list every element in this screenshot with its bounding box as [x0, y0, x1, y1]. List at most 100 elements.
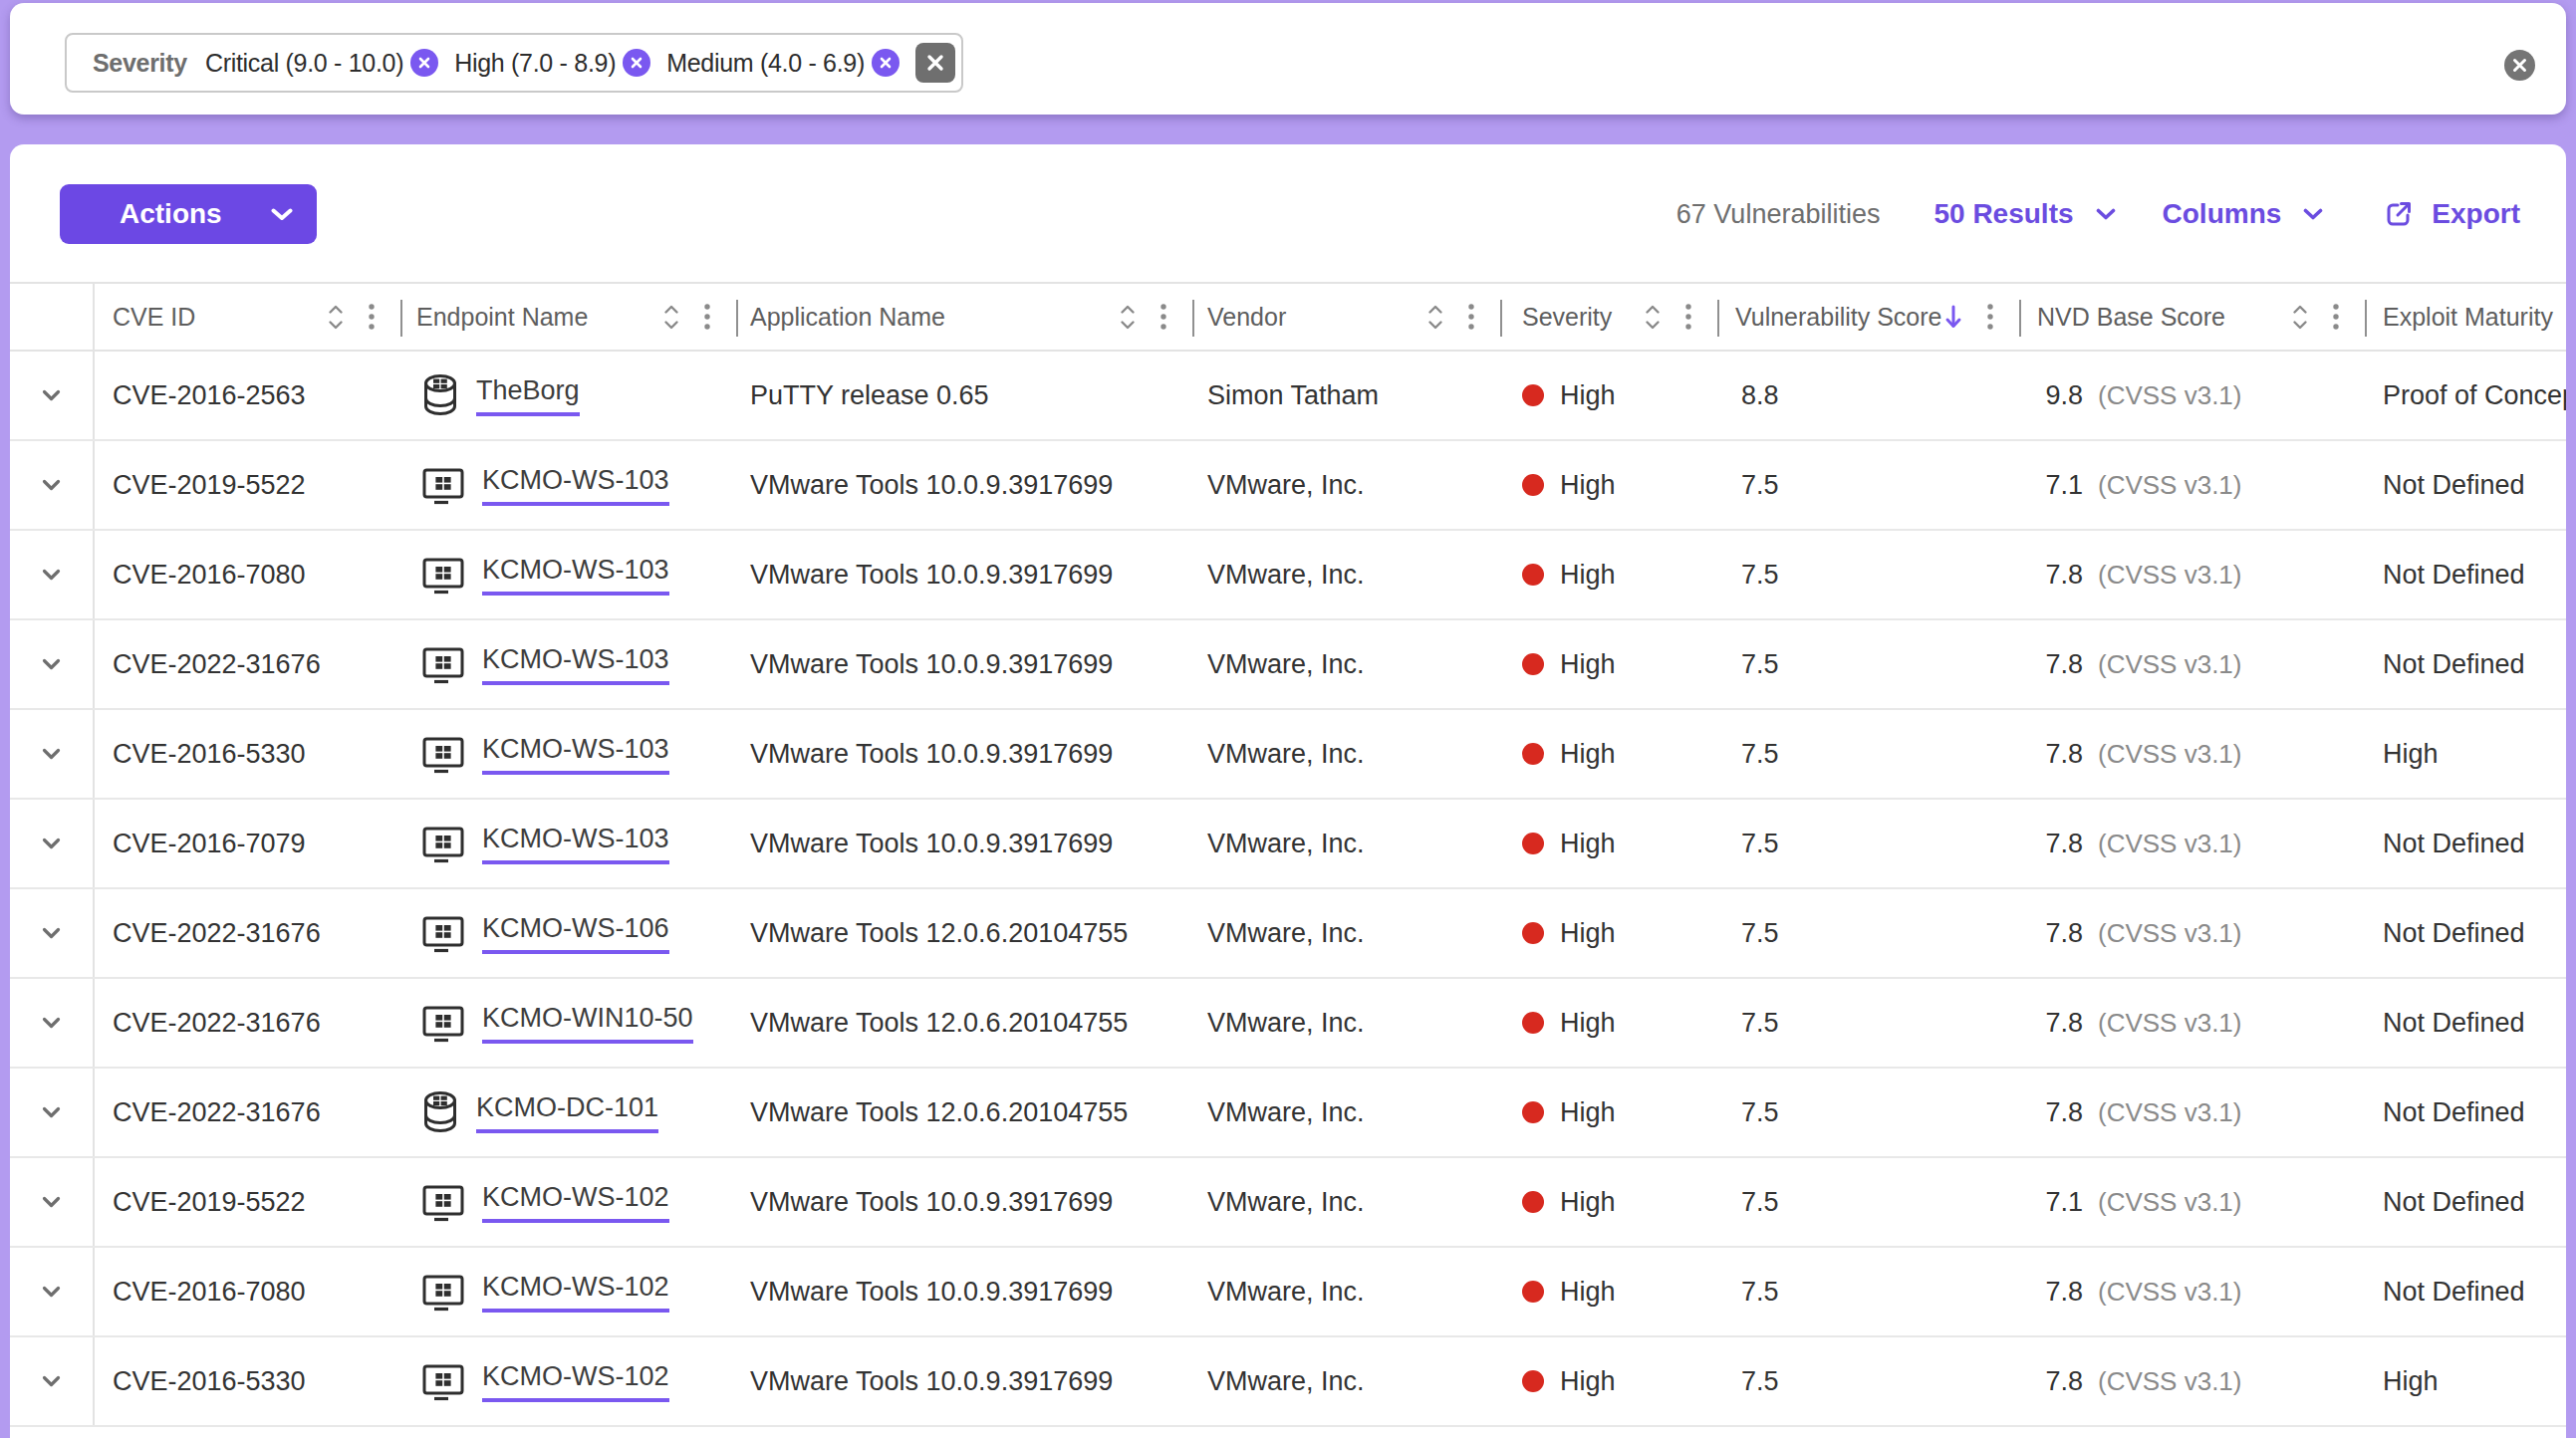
vulnerabilities-panel: Actions 67 Vulnerabilities 50 Results Co… — [10, 144, 2566, 1438]
export-icon — [2385, 200, 2413, 228]
workstation-icon — [422, 824, 464, 863]
severity-dot — [1522, 1101, 1544, 1123]
expand-column-header — [10, 284, 95, 350]
sort-icon — [2291, 304, 2309, 331]
cve-id: CVE-2016-7080 — [113, 1277, 306, 1308]
exploit-maturity: Not Defined — [2383, 470, 2525, 501]
cve-id: CVE-2016-5330 — [113, 739, 306, 770]
exploit-maturity: Not Defined — [2383, 829, 2525, 859]
nvd-base-score: 7.8 — [2019, 739, 2083, 770]
vendor: Simon Tatham — [1207, 380, 1379, 411]
endpoint-link[interactable]: KCMO-WS-103 — [482, 644, 669, 685]
cvss-version: (CVSS v3.1) — [2098, 649, 2242, 680]
workstation-icon — [422, 644, 464, 684]
severity-label: High — [1560, 739, 1616, 770]
cvss-version: (CVSS v3.1) — [2098, 1366, 2242, 1397]
severity-dot — [1522, 564, 1544, 586]
severity-dot — [1522, 1370, 1544, 1392]
columns-dropdown[interactable]: Columns — [2163, 198, 2324, 230]
expand-row-icon[interactable] — [42, 1017, 61, 1029]
endpoint-link[interactable]: KCMO-WS-102 — [482, 1361, 669, 1402]
expand-row-icon[interactable] — [42, 1375, 61, 1387]
endpoint-link[interactable]: KCMO-WS-103 — [482, 824, 669, 864]
expand-row-icon[interactable] — [42, 1196, 61, 1208]
cvss-version: (CVSS v3.1) — [2098, 739, 2242, 770]
actions-button[interactable]: Actions — [60, 184, 317, 244]
endpoint-link[interactable]: KCMO-DC-101 — [476, 1092, 658, 1133]
results-per-page-dropdown[interactable]: 50 Results — [1933, 198, 2115, 230]
chevron-down-icon — [2303, 208, 2323, 220]
column-header-exploit-maturity[interactable]: Exploit Maturity — [2365, 284, 2566, 350]
table-row-partial — [10, 1427, 2566, 1438]
endpoint-link[interactable]: TheBorg — [476, 375, 580, 416]
endpoint-link[interactable]: KCMO-WS-103 — [482, 734, 669, 775]
expand-row-icon[interactable] — [42, 1286, 61, 1298]
sort-icon — [1119, 304, 1137, 331]
workstation-icon — [422, 913, 464, 953]
remove-high-filter-icon[interactable] — [623, 49, 650, 77]
vendor: VMware, Inc. — [1207, 918, 1365, 949]
exploit-maturity: Not Defined — [2383, 560, 2525, 591]
column-header-nvd-base-score[interactable]: NVD Base Score — [2019, 284, 2365, 350]
endpoint-link[interactable]: KCMO-WS-106 — [482, 913, 669, 954]
severity-dot — [1522, 653, 1544, 675]
sort-icon — [662, 304, 680, 331]
vendor: VMware, Inc. — [1207, 1277, 1365, 1308]
clear-severity-filter-button[interactable] — [915, 43, 955, 83]
filter-chip-medium: Medium (4.0 - 6.9) — [666, 49, 900, 78]
vulnerability-score: 7.5 — [1741, 1097, 1779, 1128]
vulnerability-score: 7.5 — [1741, 829, 1779, 859]
application-name: VMware Tools 10.0.9.3917699 — [750, 829, 1113, 859]
column-header-cve-id[interactable]: CVE ID — [95, 284, 400, 350]
remove-medium-filter-icon[interactable] — [872, 49, 900, 77]
export-button[interactable]: Export — [2385, 198, 2520, 230]
severity-label: High — [1560, 829, 1616, 859]
endpoint-link[interactable]: KCMO-WS-102 — [482, 1182, 669, 1223]
workstation-icon — [422, 555, 464, 595]
column-header-endpoint-name[interactable]: Endpoint Name — [400, 284, 736, 350]
application-name: VMware Tools 10.0.9.3917699 — [750, 1366, 1113, 1397]
table-row: CVE-2022-31676 KCMO-WS-103 VMware Tools … — [10, 620, 2566, 710]
column-header-vulnerability-score[interactable]: Vulnerability Score — [1717, 284, 2019, 350]
cve-id: CVE-2022-31676 — [113, 649, 321, 680]
column-header-application-name[interactable]: Application Name — [736, 284, 1192, 350]
endpoint-link[interactable]: KCMO-WS-102 — [482, 1272, 669, 1313]
column-header-vendor[interactable]: Vendor — [1192, 284, 1500, 350]
endpoint-link[interactable]: KCMO-WS-103 — [482, 465, 669, 506]
cve-id: CVE-2022-31676 — [113, 918, 321, 949]
table-header: CVE ID Endpoint Name Application Name Ve… — [10, 282, 2566, 352]
workstation-icon — [422, 1003, 464, 1043]
column-menu-icon — [704, 303, 710, 331]
cve-id: CVE-2016-7080 — [113, 560, 306, 591]
cve-id: CVE-2022-31676 — [113, 1008, 321, 1039]
vendor: VMware, Inc. — [1207, 1187, 1365, 1218]
expand-row-icon[interactable] — [42, 838, 61, 849]
remove-critical-filter-icon[interactable] — [410, 49, 438, 77]
endpoint-link[interactable]: KCMO-WS-103 — [482, 555, 669, 596]
endpoint-link[interactable]: KCMO-WIN10-50 — [482, 1003, 693, 1044]
cvss-version: (CVSS v3.1) — [2098, 1008, 2242, 1039]
expand-row-icon[interactable] — [42, 927, 61, 939]
vendor: VMware, Inc. — [1207, 649, 1365, 680]
vulnerability-score: 7.5 — [1741, 560, 1779, 591]
expand-row-icon[interactable] — [42, 658, 61, 670]
expand-row-icon[interactable] — [42, 1106, 61, 1118]
severity-label: High — [1560, 470, 1616, 501]
cvss-version: (CVSS v3.1) — [2098, 560, 2242, 591]
close-filter-bar-button[interactable] — [2504, 50, 2535, 81]
vendor: VMware, Inc. — [1207, 1366, 1365, 1397]
vulnerability-score: 7.5 — [1741, 1277, 1779, 1308]
cvss-version: (CVSS v3.1) — [2098, 1097, 2242, 1128]
expand-row-icon[interactable] — [42, 389, 61, 401]
column-header-severity[interactable]: Severity — [1500, 284, 1717, 350]
nvd-base-score: 7.8 — [2019, 560, 2083, 591]
application-name: VMware Tools 10.0.9.3917699 — [750, 739, 1113, 770]
table-row: CVE-2019-5522 KCMO-WS-102 VMware Tools 1… — [10, 1158, 2566, 1248]
cvss-version: (CVSS v3.1) — [2098, 1277, 2242, 1308]
vendor: VMware, Inc. — [1207, 1097, 1365, 1128]
expand-row-icon[interactable] — [42, 479, 61, 491]
expand-row-icon[interactable] — [42, 748, 61, 760]
expand-row-icon[interactable] — [42, 569, 61, 581]
nvd-base-score: 7.8 — [2019, 1366, 2083, 1397]
severity-dot — [1522, 833, 1544, 854]
